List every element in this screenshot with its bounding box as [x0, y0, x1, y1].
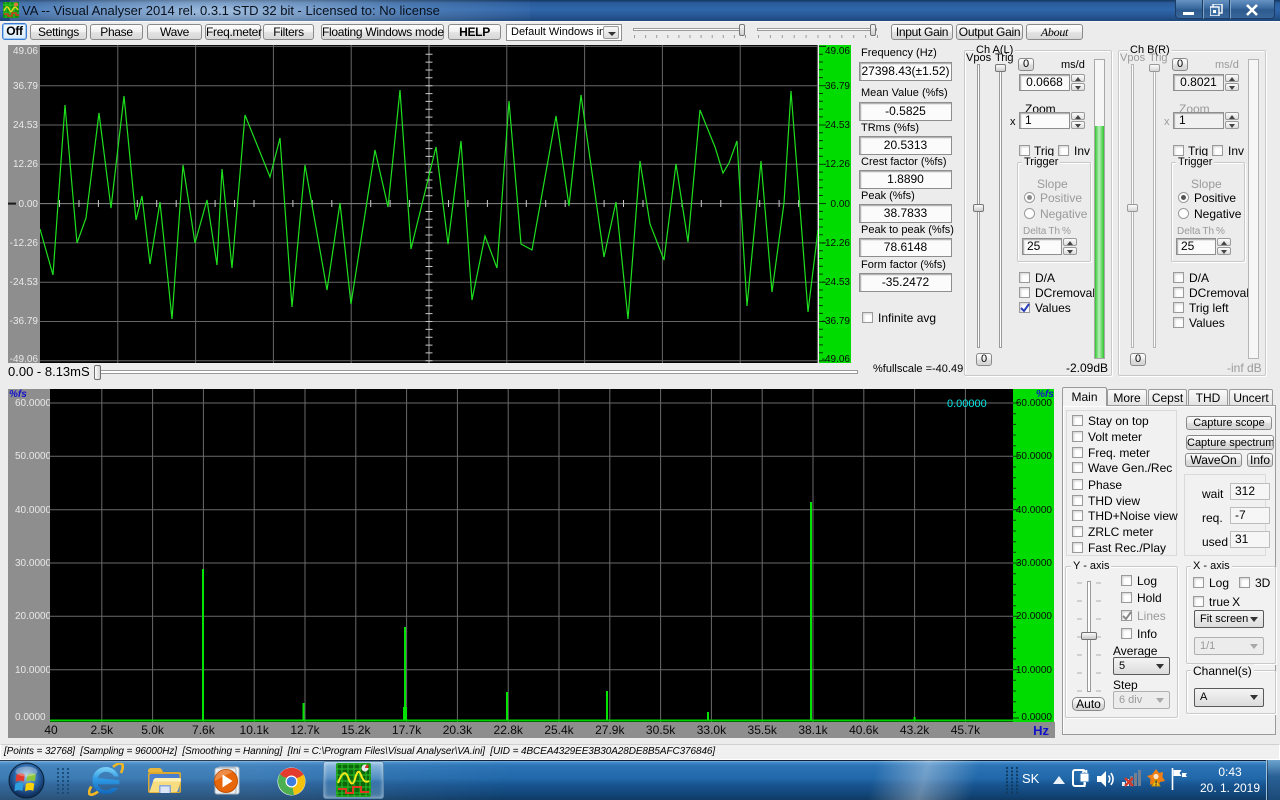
svg-text:20.0000: 20.0000 [15, 611, 50, 622]
svg-text:33.0k: 33.0k [697, 723, 727, 737]
svg-text:12.7k: 12.7k [290, 723, 320, 737]
svg-text:20.0000: 20.0000 [1016, 611, 1053, 622]
svg-text:0.0000: 0.0000 [15, 712, 46, 722]
svg-text:0.00: 0.00 [19, 199, 39, 210]
svg-text:0.00: 0.00 [831, 199, 851, 210]
svg-text:10.0000: 10.0000 [1016, 665, 1053, 676]
svg-text:60.0000: 60.0000 [15, 398, 50, 409]
svg-text:7.6k: 7.6k [192, 723, 216, 737]
svg-text:30.0000: 30.0000 [1016, 558, 1053, 569]
svg-text:-12.26: -12.26 [822, 238, 851, 249]
svg-text:36.79: 36.79 [825, 81, 850, 92]
svg-text:24.53: 24.53 [13, 120, 38, 131]
svg-text:49.06: 49.06 [825, 46, 850, 57]
svg-text:45.7k: 45.7k [951, 723, 981, 737]
svg-text:17.7k: 17.7k [392, 723, 422, 737]
svg-text:15.2k: 15.2k [341, 723, 371, 737]
svg-text:60.0000: 60.0000 [1016, 398, 1053, 409]
svg-text:-49.06: -49.06 [10, 354, 39, 363]
svg-text:2.5k: 2.5k [90, 723, 114, 737]
svg-text:49.06: 49.06 [13, 46, 38, 57]
svg-text:40.0000: 40.0000 [15, 505, 50, 516]
svg-text:0.0000: 0.0000 [1021, 712, 1052, 722]
svg-text:30.0000: 30.0000 [15, 558, 50, 569]
svg-text:36.79: 36.79 [13, 81, 38, 92]
svg-text:-36.79: -36.79 [10, 316, 39, 327]
svg-text:-12.26: -12.26 [10, 238, 39, 249]
svg-text:10.0000: 10.0000 [15, 665, 50, 676]
svg-text:30.5k: 30.5k [646, 723, 676, 737]
svg-text:27.9k: 27.9k [595, 723, 625, 737]
svg-text:38.1k: 38.1k [798, 723, 828, 737]
svg-text:10.1k: 10.1k [240, 723, 270, 737]
svg-text:12.26: 12.26 [13, 159, 38, 170]
svg-text:-36.79: -36.79 [822, 316, 851, 327]
svg-text:20.3k: 20.3k [443, 723, 473, 737]
svg-text:-49.06: -49.06 [822, 354, 851, 363]
svg-text:25.4k: 25.4k [544, 723, 574, 737]
svg-text:Hz: Hz [1033, 723, 1049, 738]
svg-text:40.0000: 40.0000 [1016, 505, 1053, 516]
svg-text:35.5k: 35.5k [748, 723, 778, 737]
svg-text:22.8k: 22.8k [494, 723, 524, 737]
svg-text:50.0000: 50.0000 [1016, 451, 1053, 462]
svg-text:0.00000: 0.00000 [947, 398, 987, 410]
svg-text:40.6k: 40.6k [849, 723, 879, 737]
svg-text:24.53: 24.53 [825, 120, 850, 131]
svg-text:-24.53: -24.53 [10, 277, 39, 288]
svg-text:-24.53: -24.53 [822, 277, 851, 288]
svg-text:50.0000: 50.0000 [15, 451, 50, 462]
svg-text:12.26: 12.26 [825, 159, 850, 170]
svg-text:5.0k: 5.0k [141, 723, 165, 737]
svg-text:40: 40 [44, 723, 58, 737]
svg-text:43.2k: 43.2k [900, 723, 930, 737]
